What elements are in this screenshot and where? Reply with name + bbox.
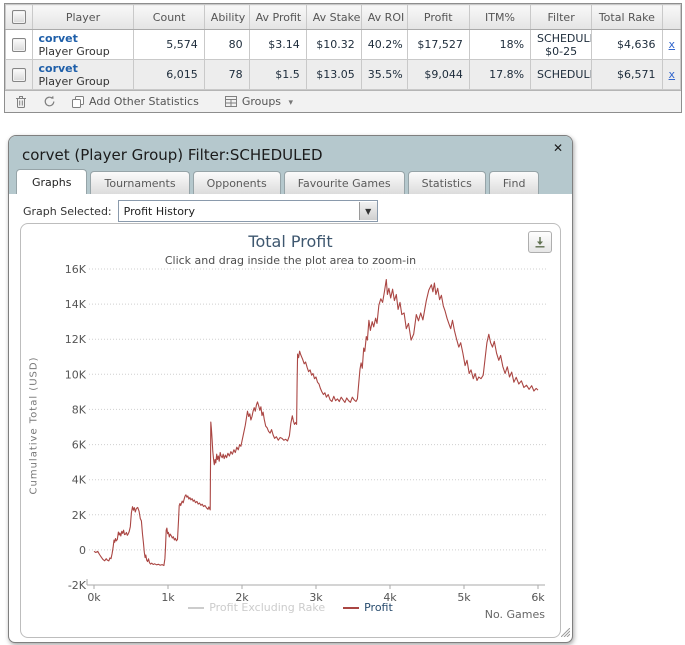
cell-av-roi: 35.5% [360, 59, 408, 90]
dialog-title-bar[interactable]: corvet (Player Group) Filter:SCHEDULED ✕… [9, 136, 572, 194]
svg-text:10K: 10K [65, 368, 87, 381]
stats-table: Player Count Ability Av Profit Av Stake … [5, 4, 682, 90]
chart-title: Total Profit [248, 232, 333, 251]
chart-subtitle: Click and drag inside the plot area to z… [164, 254, 417, 267]
tab-bar: Graphs Tournaments Opponents Favourite G… [16, 169, 542, 194]
close-icon[interactable]: ✕ [553, 141, 563, 155]
add-other-statistics-button[interactable]: Add Other Statistics [89, 95, 199, 108]
chevron-down-icon[interactable]: ▼ [358, 202, 377, 220]
cell-ability: 78 [203, 59, 250, 90]
row-checkbox[interactable] [12, 67, 26, 82]
groups-button[interactable]: Groups ▾ [242, 95, 293, 108]
svg-text:14K: 14K [65, 298, 87, 311]
tab-find[interactable]: Find [488, 171, 540, 194]
legend-marker [343, 606, 360, 609]
trash-icon[interactable] [15, 95, 27, 108]
legend-marker [188, 606, 205, 609]
cell-filter: SCHEDULED [530, 59, 593, 90]
cell-profit: $17,527 [406, 29, 470, 60]
col-header-profit[interactable]: Profit [406, 4, 470, 30]
remove-row-link[interactable]: x [669, 38, 676, 51]
download-chart-icon[interactable] [528, 231, 552, 253]
cell-filter: SCHEDULED $0-25 [530, 29, 593, 60]
cell-av-stake: $13.05 [305, 59, 362, 90]
profit-chart: Total Profit Click and drag inside the p… [20, 223, 561, 638]
svg-text:2K: 2K [72, 509, 87, 522]
cell-itm: 18% [468, 29, 532, 60]
cell-total-rake: $6,571 [591, 59, 663, 90]
player-link[interactable]: corvet [39, 62, 128, 75]
col-header-count[interactable]: Count [133, 4, 205, 30]
cell-av-profit: $3.14 [248, 29, 307, 60]
refresh-icon[interactable] [43, 95, 56, 108]
select-all-cell[interactable] [5, 4, 33, 30]
resize-grip-icon[interactable] [560, 627, 571, 640]
col-header-total-rake[interactable]: Total Rake [591, 4, 663, 30]
player-type: Player Group [38, 74, 110, 88]
cell-count: 5,574 [133, 29, 205, 60]
page: { "table": { "headers": { "player": "Pla… [0, 0, 685, 645]
player-link[interactable]: corvet [39, 32, 128, 45]
chart-plot-area[interactable]: -2K02K4K6K8K10K12K14K16K0k 1k 2k 3k 4k 5k 6k [21, 224, 560, 637]
col-header-player[interactable]: Player [31, 4, 135, 30]
legend-item-profit-excluding-rake[interactable]: Profit Excluding Rake [188, 601, 325, 614]
col-header-av-stake[interactable]: Av Stake [305, 4, 362, 30]
groups-grid-icon[interactable] [224, 96, 237, 107]
cell-ability: 80 [203, 29, 250, 60]
copy-window-icon[interactable] [72, 95, 84, 108]
filter-line2: $0-25 [545, 44, 578, 58]
chart-legend: Profit Excluding Rake Profit [21, 601, 560, 614]
chevron-down-icon: ▾ [288, 98, 294, 108]
table-row: corvet Player Group 5,574 80 $3.14 $10.3… [5, 29, 682, 60]
col-header-filter[interactable]: Filter [530, 4, 593, 30]
graph-selected-row: Graph Selected: Profit History ▼ [23, 200, 378, 222]
svg-text:12K: 12K [65, 333, 87, 346]
cell-av-profit: $1.5 [248, 59, 307, 90]
cell-total-rake: $4,636 [591, 29, 663, 60]
dialog-title: corvet (Player Group) Filter:SCHEDULED [22, 146, 323, 164]
svg-text:-2K: -2K [68, 579, 87, 592]
tab-favourite-games[interactable]: Favourite Games [283, 171, 405, 194]
svg-text:0: 0 [79, 544, 86, 557]
player-type: Player Group [38, 44, 110, 58]
stats-table-container: Player Count Ability Av Profit Av Stake … [4, 3, 682, 113]
table-toolbar: Add Other Statistics Groups ▾ [5, 90, 681, 112]
svg-text:4K: 4K [72, 474, 87, 487]
graph-selected-label: Graph Selected: [23, 204, 112, 218]
tab-statistics[interactable]: Statistics [407, 171, 486, 194]
col-header-ability[interactable]: Ability [203, 4, 250, 30]
col-header-av-roi-label: Av ROI [367, 10, 404, 24]
remove-row-link[interactable]: x [669, 68, 676, 81]
legend-label: Profit Excluding Rake [209, 601, 326, 614]
tab-graphs[interactable]: Graphs [16, 169, 88, 194]
legend-label: Profit [364, 601, 393, 614]
graph-select-value: Profit History [123, 204, 195, 218]
tab-opponents[interactable]: Opponents [192, 171, 281, 194]
player-group-dialog: corvet (Player Group) Filter:SCHEDULED ✕… [8, 135, 573, 643]
col-header-itm[interactable]: ITM% [468, 4, 532, 30]
cell-count: 6,015 [133, 59, 205, 90]
x-axis-title: No. Games [484, 608, 545, 621]
col-header-av-roi[interactable]: Av ROI [360, 4, 408, 30]
select-all-checkbox[interactable] [12, 10, 26, 24]
col-header-av-profit[interactable]: Av Profit [248, 4, 307, 30]
graph-select-dropdown[interactable]: Profit History ▼ [117, 200, 378, 222]
col-header-remove [661, 4, 682, 30]
header-row: Player Count Ability Av Profit Av Stake … [5, 4, 682, 30]
filter-line1: SCHEDULED [537, 68, 591, 81]
legend-item-profit[interactable]: Profit [343, 601, 393, 614]
svg-text:6K: 6K [72, 439, 87, 452]
cell-itm: 17.8% [468, 59, 532, 90]
cell-profit: $9,044 [406, 59, 470, 90]
filter-line1: SCHEDULED [537, 31, 591, 45]
tab-tournaments[interactable]: Tournaments [90, 171, 190, 194]
cell-av-stake: $10.32 [305, 29, 362, 60]
table-row: corvet Player Group 6,015 78 $1.5 $13.05… [5, 59, 682, 90]
svg-text:8K: 8K [72, 403, 87, 416]
y-axis-title: Cumulative Total (USD) [28, 356, 40, 495]
cell-av-roi: 40.2% [360, 29, 408, 60]
row-checkbox[interactable] [12, 37, 26, 52]
